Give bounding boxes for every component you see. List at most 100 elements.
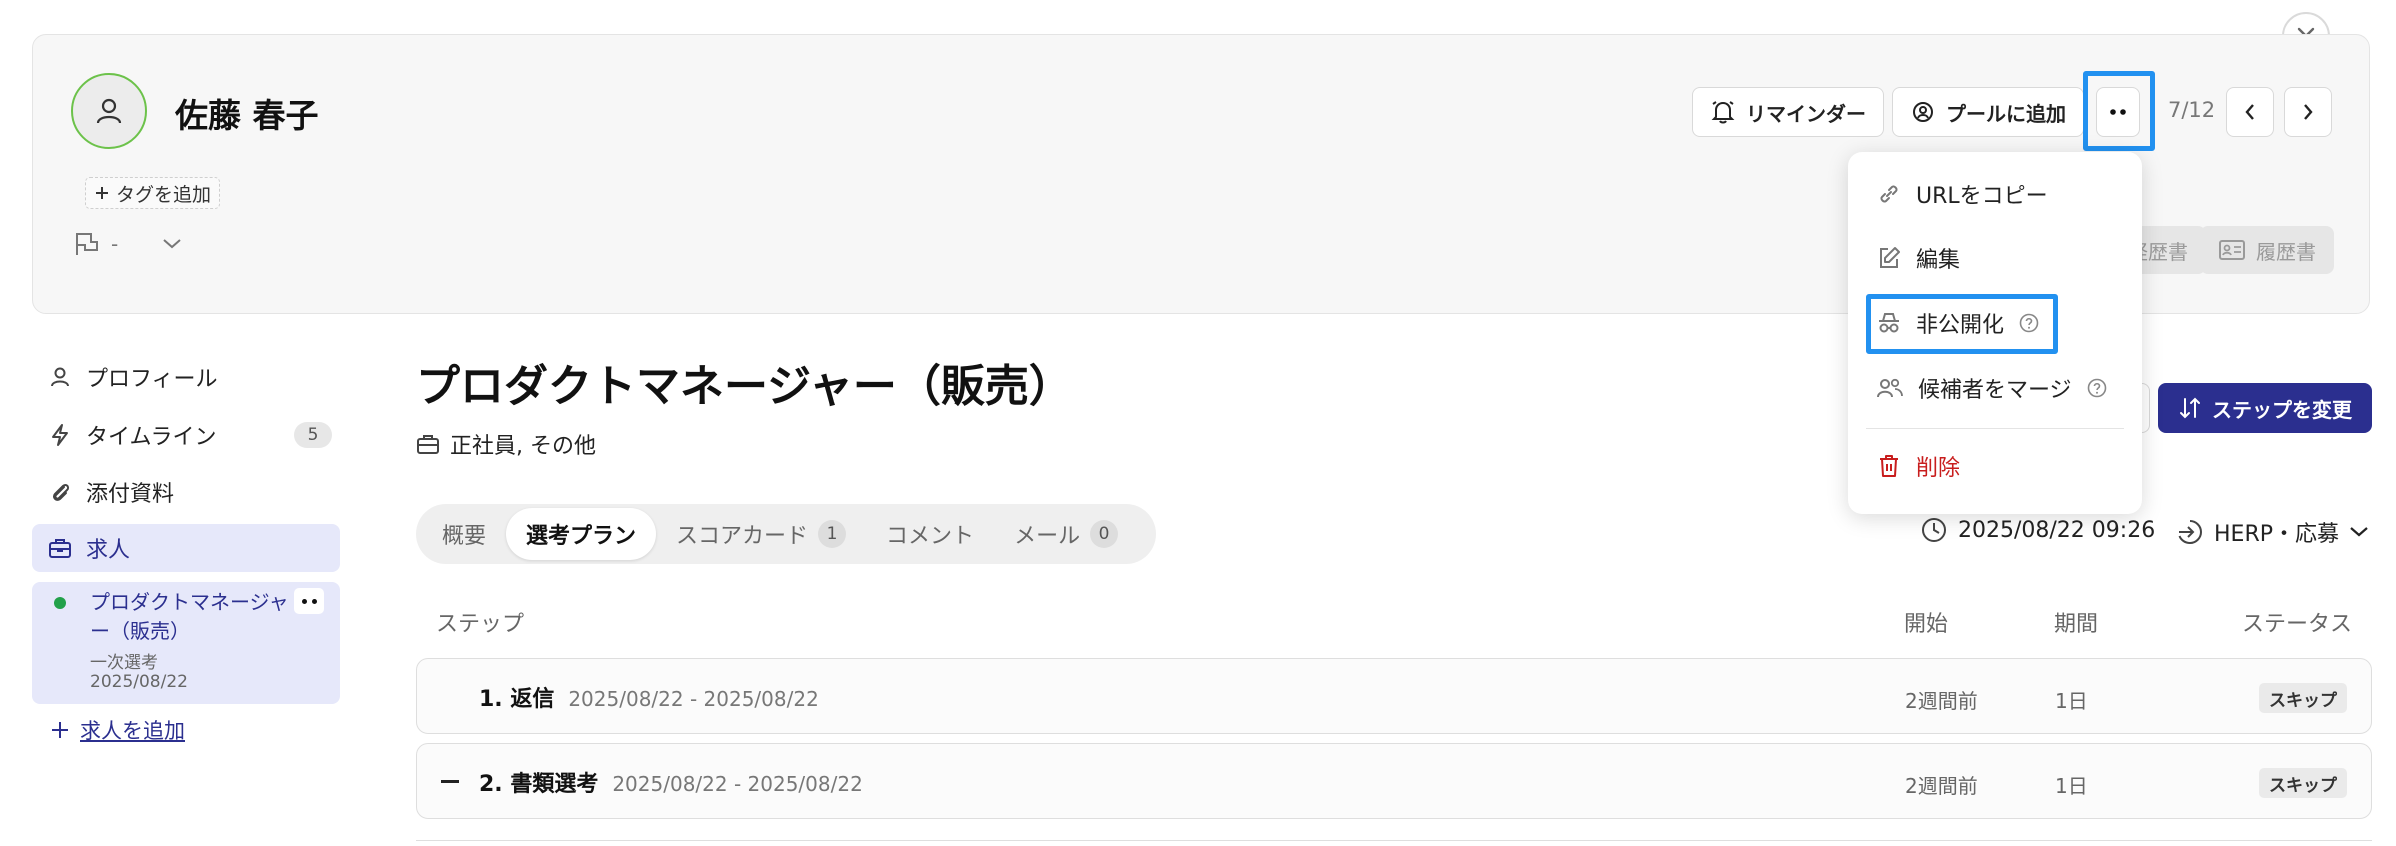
step-range: 2025/08/22 - 2025/08/22 xyxy=(568,687,819,711)
menu-item-copy-url[interactable]: URLをコピー xyxy=(1876,178,2048,210)
job-more-button[interactable] xyxy=(294,588,324,614)
step-start: 2週間前 xyxy=(1905,689,1978,713)
tab-label: メール xyxy=(1014,524,1081,549)
add-to-pool-button[interactable]: プールに追加 xyxy=(1892,87,2084,137)
trash-icon xyxy=(1876,453,1902,479)
sidebar-item-label: 添付資料 xyxy=(86,482,175,507)
sidebar-item-jobs[interactable]: 求人 xyxy=(32,524,340,572)
help-icon xyxy=(2086,377,2108,399)
sidebar-item-attachments[interactable]: 添付資料 xyxy=(32,468,340,516)
chevron-down-icon xyxy=(2349,526,2369,538)
applied-date: 2025/08/22 09:26 xyxy=(1920,516,2155,544)
users-icon xyxy=(1876,375,1904,401)
pager-count: 7/12 xyxy=(2168,98,2216,122)
sidebar-item-label: タイムライン xyxy=(86,425,217,450)
sidebar-item-timeline[interactable]: タイムライン 5 xyxy=(32,411,340,459)
job-card[interactable]: プロダクトマネージャー（販売） 一次選考 2025/08/22 xyxy=(32,582,340,704)
reminder-label: リマインダー xyxy=(1746,101,1866,126)
step-label: 2. 書類選考 2025/08/22 - 2025/08/22 xyxy=(479,766,863,798)
briefcase-icon xyxy=(48,536,72,560)
tab-selection-plan[interactable]: 選考プラン xyxy=(506,508,657,560)
column-header-duration: 期間 xyxy=(2054,612,2099,637)
job-date: 2025/08/22 xyxy=(90,672,188,692)
login-icon xyxy=(2176,518,2204,546)
chevron-left-icon xyxy=(2244,103,2256,121)
employment-type: 正社員, その他 xyxy=(416,428,596,460)
step-label: 1. 返信 2025/08/22 - 2025/08/22 xyxy=(479,681,819,713)
step-duration: 1日 xyxy=(2055,689,2088,713)
sidebar-item-profile[interactable]: プロフィール xyxy=(32,353,340,401)
scorecard-count-badge: 1 xyxy=(818,520,847,548)
highlight-more-button xyxy=(2083,71,2155,151)
menu-item-label: 削除 xyxy=(1916,456,1961,481)
tab-comments[interactable]: コメント xyxy=(866,508,994,560)
briefcase-icon xyxy=(416,432,440,456)
email-count-badge: 0 xyxy=(1090,520,1119,548)
menu-divider xyxy=(1866,428,2124,429)
paperclip-icon xyxy=(48,480,72,504)
menu-item-delete[interactable]: 削除 xyxy=(1876,450,1960,482)
resume-button[interactable]: 履歴書 xyxy=(2200,226,2334,274)
table-row-partial xyxy=(416,840,2372,846)
status-badge: スキップ xyxy=(2259,768,2347,798)
source-value: HERP・応募 xyxy=(2214,522,2339,547)
step-name: 2. 書類選考 xyxy=(479,772,599,797)
menu-item-label: 候補者をマージ xyxy=(1918,378,2072,403)
highlight-make-private xyxy=(1866,294,2058,354)
status-badge: スキップ xyxy=(2259,683,2347,713)
step-name: 1. 返信 xyxy=(479,687,555,712)
collapse-icon[interactable] xyxy=(441,780,459,784)
next-button[interactable] xyxy=(2284,87,2332,137)
step-duration: 1日 xyxy=(2055,774,2088,798)
menu-item-edit[interactable]: 編集 xyxy=(1876,242,1960,274)
edit-icon xyxy=(1876,245,1902,271)
add-tag-button[interactable]: タグを追加 xyxy=(85,177,221,209)
step-start: 2週間前 xyxy=(1905,774,1978,798)
sidebar-item-label: プロフィール xyxy=(86,367,218,392)
change-step-label: ステップを変更 xyxy=(2212,397,2352,422)
tab-label: 概要 xyxy=(442,524,487,549)
avatar xyxy=(71,73,147,149)
chevron-right-icon xyxy=(2302,103,2314,121)
link-icon xyxy=(1876,181,1902,207)
timeline-count-badge: 5 xyxy=(294,422,332,448)
flag-icon xyxy=(73,231,101,257)
table-row[interactable]: 2. 書類選考 2025/08/22 - 2025/08/22 2週間前 1日 … xyxy=(416,743,2372,819)
prev-button[interactable] xyxy=(2226,87,2274,137)
sidebar-item-label: 求人 xyxy=(86,538,131,563)
bell-icon xyxy=(1710,99,1736,125)
user-icon xyxy=(48,365,72,389)
step-range: 2025/08/22 - 2025/08/22 xyxy=(612,772,863,796)
bolt-icon xyxy=(48,423,72,447)
pool-label: プールに追加 xyxy=(1946,101,2066,126)
change-step-button[interactable]: ステップを変更 xyxy=(2158,383,2372,433)
add-tag-label: タグを追加 xyxy=(116,183,212,206)
page-title: プロダクトマネージャー（販売） xyxy=(416,361,1073,412)
flag-selector[interactable]: - xyxy=(73,231,182,257)
employment-type-label: 正社員, その他 xyxy=(450,434,596,459)
tab-label: コメント xyxy=(886,524,975,549)
tab-label: 選考プラン xyxy=(526,524,637,549)
plus-icon xyxy=(94,185,110,201)
applied-date-value: 2025/08/22 09:26 xyxy=(1958,517,2156,543)
pool-icon xyxy=(1910,99,1936,125)
plus-icon xyxy=(50,720,70,740)
menu-item-merge-candidate[interactable]: 候補者をマージ xyxy=(1876,372,2108,404)
tab-label: スコアカード xyxy=(676,524,809,549)
menu-item-label: URLをコピー xyxy=(1916,184,2048,209)
candidate-name: 佐藤 春子 xyxy=(175,96,319,135)
menu-item-label: 編集 xyxy=(1916,248,1961,273)
tab-scorecard[interactable]: スコアカード 1 xyxy=(656,508,866,560)
source-selector[interactable]: HERP・応募 xyxy=(2176,516,2369,548)
id-card-icon xyxy=(2218,239,2246,261)
resume-label: 履歴書 xyxy=(2256,239,2316,264)
user-icon xyxy=(94,96,124,126)
swap-icon xyxy=(2178,396,2202,420)
table-row[interactable]: 1. 返信 2025/08/22 - 2025/08/22 2週間前 1日 スキ… xyxy=(416,658,2372,734)
job-step: 一次選考 xyxy=(90,653,158,673)
reminder-button[interactable]: リマインダー xyxy=(1692,87,1884,137)
add-job-link[interactable]: 求人を追加 xyxy=(50,715,185,745)
tab-overview[interactable]: 概要 xyxy=(422,508,506,560)
clock-icon xyxy=(1920,516,1948,544)
tab-email[interactable]: メール 0 xyxy=(994,508,1138,560)
